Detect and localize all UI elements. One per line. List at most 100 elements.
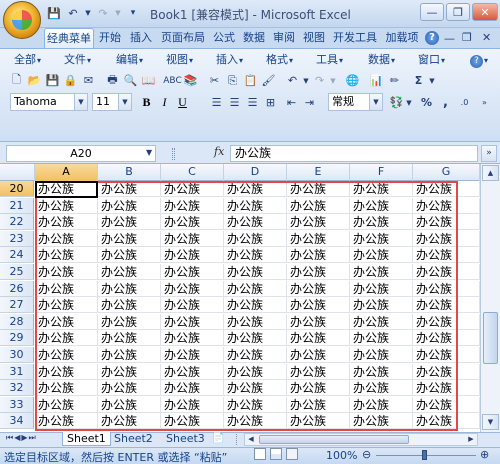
insert-sheet-icon[interactable]: 📄 [212,433,224,444]
cell-d20[interactable]: 办公族 [224,181,287,197]
column-header-g[interactable]: G [413,164,480,181]
cell-f27[interactable]: 办公族 [350,297,413,313]
hyperlink-icon[interactable]: 🌐 [344,72,361,89]
horizontal-scrollbar[interactable]: ◀ ▶ [244,433,478,446]
cell-b29[interactable]: 办公族 [98,330,161,346]
cell-e33[interactable]: 办公族 [287,397,350,413]
column-header-e[interactable]: E [287,164,350,181]
horizontal-scroll-thumb[interactable] [259,435,409,444]
cell-a24[interactable]: 办公族 [35,247,98,263]
paste-icon[interactable]: 📋 [242,72,259,89]
cell-d31[interactable]: 办公族 [224,364,287,380]
research-icon[interactable]: 📖 [140,72,157,89]
cell-f34[interactable]: 办公族 [350,413,413,429]
cut-icon[interactable]: ✂ [206,72,223,89]
tab-developer[interactable]: 开发工具 [330,28,380,48]
cell-c21[interactable]: 办公族 [161,198,224,214]
font-name-select[interactable]: Tahoma ▼ [10,93,88,111]
cell-f23[interactable]: 办公族 [350,231,413,247]
sheet-tab-1[interactable]: Sheet1 [62,432,111,446]
tab-formulas[interactable]: 公式 [210,28,238,48]
cell-g32[interactable]: 办公族 [413,380,480,396]
cell-a20[interactable]: 办公族 [35,181,98,197]
cell-b22[interactable]: 办公族 [98,214,161,230]
undo-toolbar-icon[interactable]: ↶ [284,72,301,89]
number-format-select[interactable]: 常规 ▼ [328,93,383,111]
row-header-23[interactable]: 23 [0,231,34,247]
tab-splitter[interactable] [236,434,239,445]
cell-f26[interactable]: 办公族 [350,281,413,297]
cell-d22[interactable]: 办公族 [224,214,287,230]
restore-button[interactable]: ❐ [446,3,470,21]
cell-e27[interactable]: 办公族 [287,297,350,313]
menu-format[interactable]: 格式▾ [266,52,293,68]
cell-b20[interactable]: 办公族 [98,181,161,197]
minimize-button[interactable]: — [420,3,444,21]
italic-button[interactable]: I [156,94,173,111]
cell-e23[interactable]: 办公族 [287,231,350,247]
row-header-28[interactable]: 28 [0,314,34,330]
save-icon[interactable]: 💾 [46,5,62,21]
tab-insert[interactable]: 插入 [127,28,155,48]
menu-tools[interactable]: 工具▾ [316,52,343,68]
menu-data[interactable]: 数据▾ [368,52,395,68]
menu-window[interactable]: 窗口▾ [418,52,445,68]
cell-c33[interactable]: 办公族 [161,397,224,413]
tab-home[interactable]: 开始 [96,28,124,48]
redo-icon[interactable]: ↷ [95,5,111,21]
cell-d33[interactable]: 办公族 [224,397,287,413]
align-right-icon[interactable]: ☰ [244,94,261,111]
cell-a22[interactable]: 办公族 [35,214,98,230]
cell-d25[interactable]: 办公族 [224,264,287,280]
formula-input[interactable]: 办公族 [230,145,478,162]
row-header-26[interactable]: 26 [0,281,34,297]
cell-a25[interactable]: 办公族 [35,264,98,280]
cell-g34[interactable]: 办公族 [413,413,480,429]
increase-decimal-icon[interactable]: .0 [456,94,473,111]
indent-decrease-icon[interactable]: ⇤ [283,94,300,111]
cell-d21[interactable]: 办公族 [224,198,287,214]
sheet-nav-icons[interactable]: ⏮◀▶⏭ [6,433,37,443]
cell-c22[interactable]: 办公族 [161,214,224,230]
cell-d32[interactable]: 办公族 [224,380,287,396]
cell-d24[interactable]: 办公族 [224,247,287,263]
cell-c30[interactable]: 办公族 [161,347,224,363]
cell-b21[interactable]: 办公族 [98,198,161,214]
menu-edit[interactable]: 编辑▾ [116,52,143,68]
drawing-icon[interactable]: ✏ [386,72,403,89]
print-preview-icon[interactable]: 🔍 [122,72,139,89]
sheet-tab-2[interactable]: Sheet2 [110,432,157,446]
cell-a34[interactable]: 办公族 [35,413,98,429]
cell-c23[interactable]: 办公族 [161,231,224,247]
format-painter-icon[interactable]: 🖌 [260,72,277,89]
bold-button[interactable]: B [138,94,155,111]
tab-classic-menu[interactable]: 经典菜单 [44,28,94,48]
cell-a30[interactable]: 办公族 [35,347,98,363]
zoom-out-icon[interactable]: ⊖ [362,448,371,461]
align-center-icon[interactable]: ☰ [226,94,243,111]
cell-e32[interactable]: 办公族 [287,380,350,396]
cell-c28[interactable]: 办公族 [161,314,224,330]
help-icon[interactable]: ? [425,31,439,45]
tab-addins[interactable]: 加载项 [382,28,422,48]
undo-toolbar-dropdown-icon[interactable]: ▼ [302,72,310,89]
cell-c25[interactable]: 办公族 [161,264,224,280]
ribbon-close-icon[interactable]: ✕ [482,31,491,44]
row-header-29[interactable]: 29 [0,330,34,346]
cell-g20[interactable]: 办公族 [413,181,480,197]
row-header-34[interactable]: 34 [0,413,34,429]
cell-b27[interactable]: 办公族 [98,297,161,313]
column-header-d[interactable]: D [224,164,287,181]
tab-page-layout[interactable]: 页面布局 [158,28,208,48]
cell-d26[interactable]: 办公族 [224,281,287,297]
row-header-32[interactable]: 32 [0,380,34,396]
cell-f33[interactable]: 办公族 [350,397,413,413]
cell-b25[interactable]: 办公族 [98,264,161,280]
office-button[interactable] [3,1,41,39]
cell-g31[interactable]: 办公族 [413,364,480,380]
toolbar-overflow-icon[interactable]: » [476,94,493,111]
cell-a33[interactable]: 办公族 [35,397,98,413]
row-header-22[interactable]: 22 [0,214,34,230]
menu-help[interactable]: ? ▾ [470,52,488,68]
sheet-tab-3[interactable]: Sheet3 [162,432,209,446]
